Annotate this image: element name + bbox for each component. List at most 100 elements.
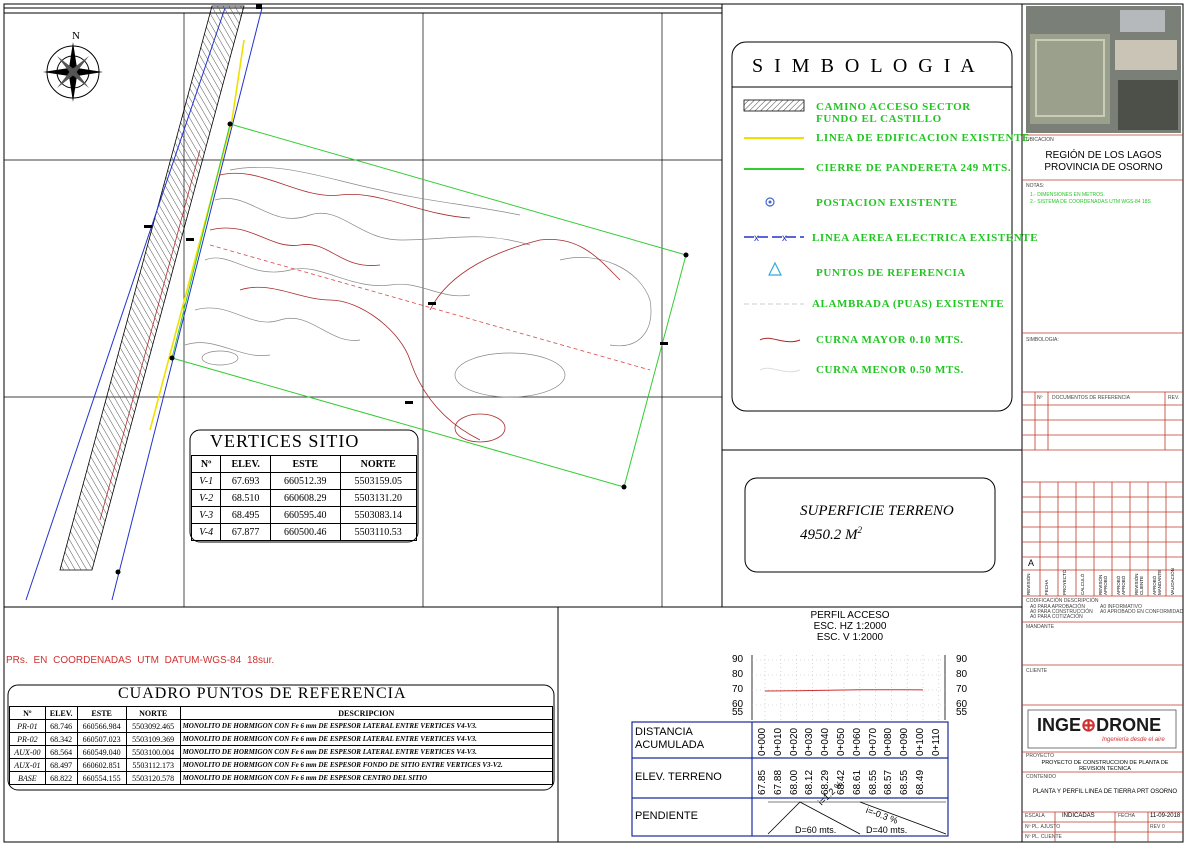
station-label: 0+030 bbox=[804, 727, 816, 756]
station-label: 0+060 bbox=[851, 727, 863, 756]
surface-label: SUPERFICIE TERRENO bbox=[800, 503, 954, 519]
fecha-label: FECHA bbox=[1118, 813, 1135, 819]
station-label: 0+090 bbox=[899, 727, 911, 756]
rev-column-header: APROBÓ MANDANTE bbox=[1152, 569, 1162, 595]
legend-minor-contour: CURNA MENOR 0.50 MTS. bbox=[816, 364, 964, 376]
legend-road: CAMINO ACCESO SECTOR FUNDO EL CASTILLO bbox=[816, 101, 971, 125]
profile-scale-h: ESC. HZ 1:2000 bbox=[813, 621, 887, 632]
docs-col-title: DOCUMENTOS DE REFERENCIA bbox=[1052, 395, 1130, 401]
station-label: 0+050 bbox=[836, 727, 847, 756]
surface-value: 4950.2 M2 bbox=[800, 525, 862, 543]
symbology-title: S I M B O L O G I A bbox=[752, 55, 978, 77]
rev-column-header: CALCULÓ bbox=[1080, 573, 1085, 595]
legend-posts: POSTACION EXISTENTE bbox=[816, 197, 958, 209]
docs-col-rev: REV. bbox=[1168, 395, 1180, 401]
profile-y-tick: 90 bbox=[956, 654, 968, 665]
dist-2: D=40 mts. bbox=[866, 825, 908, 835]
proyecto-label: PROYECTO bbox=[1026, 753, 1054, 759]
ref-col-este: ESTE bbox=[76, 706, 127, 720]
ubicacion-label: UBICACION bbox=[1026, 137, 1054, 143]
cod-right: A0 INFORMATIVO A0 APROBADO EN CONFORMIDAD bbox=[1100, 604, 1184, 615]
elevation-label: 68.55 bbox=[867, 769, 879, 795]
profile-scale-v: ESC. V 1:2000 bbox=[816, 632, 884, 643]
profile-title: PERFIL ACCESO bbox=[810, 610, 890, 621]
profile-y-tick: 70 bbox=[956, 684, 968, 695]
docs-col-no: Nº bbox=[1037, 395, 1043, 401]
nota-2: 2.- SISTEMA DE COORDENADAS UTM WGS-84 18… bbox=[1030, 199, 1151, 205]
station-label: 0+000 bbox=[757, 727, 768, 756]
vertices-title: VERTICES SITIO bbox=[210, 431, 360, 451]
cliente-label: CLIENTE bbox=[1026, 668, 1048, 674]
station-label: 0+040 bbox=[820, 727, 832, 756]
col-no: Nº bbox=[190, 455, 222, 473]
ref-point-row: AUX-00 68.564 660549.040 5503100.004 MONOLIT… bbox=[9, 745, 554, 759]
station-label: 0+080 bbox=[883, 727, 895, 756]
rev-column-header: REVISIÓN CLIENTE bbox=[1134, 573, 1144, 595]
profile-y-tick: 55 bbox=[732, 707, 744, 718]
vertex-row: V-1 67.693 660512.39 5503159.05 bbox=[190, 472, 417, 490]
ref-point-row: BASE 68.822 660554.155 5503120.578 MONOLITO … bbox=[9, 771, 554, 785]
vertex-row: V-2 68.510 660608.29 5503131.20 bbox=[190, 489, 417, 507]
profile-y-tick: 80 bbox=[956, 669, 968, 680]
legend-wire-fence: ALAMBRADA (PUAS) EXISTENTE bbox=[812, 298, 1005, 310]
north-label: N bbox=[72, 30, 80, 42]
profile-header: PERFIL ACCESO ESC. HZ 1:2000 ESC. V 1:20… bbox=[760, 610, 940, 643]
profile-y-tick: 70 bbox=[732, 684, 744, 695]
proyecto-value: PROYECTO DE CONSTRUCCION DE PLANTA DE RE… bbox=[1041, 760, 1169, 772]
legend-major-contour: CURNA MAYOR 0.10 MTS. bbox=[816, 334, 964, 346]
rev-column-header: REVISIÓN bbox=[1026, 573, 1031, 595]
legend-fence: CIERRE DE PANDERETA 249 MTS. bbox=[816, 162, 1012, 174]
ref-col-elev: ELEV. bbox=[44, 706, 78, 720]
dist-1: D=60 mts. bbox=[795, 825, 837, 835]
coords-note: PRs. EN COORDENADAS UTM DATUM-WGS-84 18s… bbox=[6, 655, 275, 666]
company-logo: INGE⊕DRONE bbox=[1037, 715, 1162, 735]
plano-cliente-label: Nº PL. CLIENTE bbox=[1025, 834, 1062, 840]
escala-value: INDICADAS bbox=[1062, 813, 1095, 819]
ref-col-desc: DESCRIPCION bbox=[179, 706, 554, 720]
row-label-distance: DISTANCIA ACUMULADA bbox=[635, 726, 705, 751]
ref-col-norte: NORTE bbox=[125, 706, 181, 720]
rev-column-header: APROBÓ APROBÓ bbox=[1116, 575, 1126, 595]
ref-points-title: CUADRO PUNTOS DE REFERENCIA bbox=[118, 685, 407, 702]
profile-y-tick: 55 bbox=[956, 707, 968, 718]
rev-column-header: REVISÓN APROBÓ bbox=[1098, 574, 1108, 595]
ref-point-row: PR-01 68.746 660566.984 5503092.465 MONOLITO… bbox=[9, 719, 554, 733]
rev-column-header: FECHA bbox=[1044, 579, 1049, 595]
ref-col-no: Nº bbox=[9, 706, 46, 720]
rev-letter: A bbox=[1028, 558, 1035, 568]
svg-text:x: x bbox=[754, 233, 759, 244]
station-label: 0+100 bbox=[915, 727, 926, 756]
north-arrow-icon bbox=[43, 42, 103, 102]
nota-1: 1.- DIMENSIONES EN METROS. bbox=[1030, 192, 1105, 198]
notas-label: NOTAS: bbox=[1026, 183, 1045, 189]
profile-y-tick: 90 bbox=[732, 654, 744, 665]
plano-label: Nº PL. AJUSTO bbox=[1025, 824, 1061, 830]
elevation-label: 68.12 bbox=[804, 769, 816, 795]
station-label: 0+010 bbox=[772, 727, 784, 756]
profile-y-tick: 80 bbox=[732, 669, 744, 680]
simbologia-label: SIMBOLOGIA: bbox=[1026, 337, 1059, 343]
escala-label: ESCALA bbox=[1025, 813, 1045, 819]
rev-column-header: VALIDACIÓN bbox=[1170, 568, 1175, 595]
col-norte: NORTE bbox=[339, 455, 417, 473]
legend-edification-line: LINEA DE EDIFICACION EXISTENTE bbox=[816, 132, 1030, 144]
elevation-label: 67.85 bbox=[757, 769, 768, 795]
elevation-label: 68.55 bbox=[899, 769, 911, 795]
legend-power-line: LINEA AEREA ELECTRICA EXISTENTE bbox=[812, 232, 1039, 244]
elevation-label: 68.57 bbox=[883, 769, 895, 795]
logo-tagline: Ingeniería desde el aire bbox=[1102, 737, 1165, 743]
mandante-label: MANDANTE bbox=[1026, 624, 1055, 630]
contenido-label: CONTENIDO bbox=[1026, 774, 1056, 780]
elevation-label: 68.49 bbox=[915, 769, 926, 795]
contenido-value: PLANTA Y PERFIL LINEA DE TIERRA PRT OSOR… bbox=[1032, 789, 1178, 795]
ubicacion-value: REGIÓN DE LOS LAGOS PROVINCIA DE OSORNO bbox=[1044, 150, 1163, 173]
vertex-row: V-3 68.495 660595.40 5503083.14 bbox=[190, 506, 417, 524]
station-label: 0+020 bbox=[788, 727, 800, 756]
vertex-row: V-4 67.877 660500.46 5503110.53 bbox=[190, 523, 417, 541]
vertices-table: Nº ELEV. ESTE NORTE V-1 67.693 660512.39 55… bbox=[190, 455, 417, 541]
fecha-value: 11-09-2018 bbox=[1150, 813, 1181, 819]
rev-column-header: PROYECTÓ bbox=[1062, 569, 1067, 595]
col-este: ESTE bbox=[270, 455, 341, 473]
svg-text:x: x bbox=[782, 233, 787, 244]
row-label-elevation: ELEV. TERRENO bbox=[635, 771, 722, 783]
